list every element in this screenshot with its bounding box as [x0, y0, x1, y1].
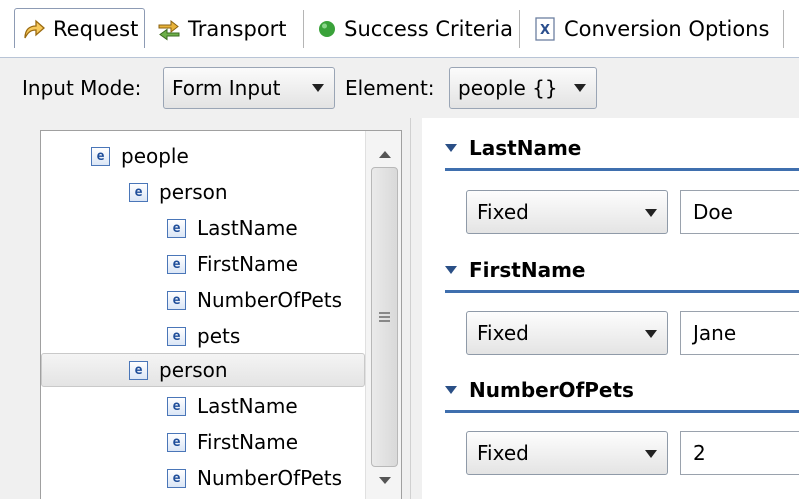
scroll-up-arrow-icon[interactable]: [379, 151, 391, 158]
element-label: Element:: [345, 76, 435, 100]
element-icon: e: [167, 218, 186, 238]
tree-scrollbar[interactable]: [365, 131, 401, 499]
tree-item-label: LastName: [197, 216, 298, 240]
mode-value: Fixed: [477, 200, 529, 224]
request-arrow-icon: [21, 16, 47, 42]
firstname-value-input[interactable]: Jane: [680, 311, 799, 355]
lastname-mode-dropdown[interactable]: Fixed: [466, 190, 668, 234]
element-dropdown[interactable]: people {}: [449, 67, 597, 109]
panel-sash[interactable]: [410, 118, 422, 499]
firstname-mode-dropdown[interactable]: Fixed: [466, 311, 668, 355]
element-icon: e: [129, 360, 148, 380]
collapse-triangle-icon: [445, 144, 457, 152]
tree-item-person[interactable]: e person: [41, 175, 365, 209]
chevron-down-icon: [645, 330, 657, 338]
section-title: LastName: [469, 136, 582, 160]
lastname-value-input[interactable]: Doe: [680, 190, 799, 234]
numberofpets-mode-dropdown[interactable]: Fixed: [466, 431, 668, 475]
tree-item-numberofpets[interactable]: e NumberOfPets: [41, 461, 365, 495]
chevron-down-icon: [574, 84, 586, 92]
svg-text:X: X: [540, 23, 550, 38]
tab-success-criteria-label: Success Criteria: [344, 17, 513, 41]
chevron-down-icon: [312, 84, 324, 92]
tree-item-numberofpets[interactable]: e NumberOfPets: [41, 283, 365, 317]
tree-item-label: person: [159, 180, 228, 204]
tab-transport-label: Transport: [188, 17, 287, 41]
tab-success-criteria[interactable]: Success Criteria: [310, 10, 520, 48]
tree-item-label: FirstName: [197, 430, 299, 454]
tree-item-label: person: [159, 358, 228, 382]
input-mode-value: Form Input: [172, 76, 281, 100]
tree-item-label: pets: [197, 324, 241, 348]
section-title: FirstName: [469, 258, 586, 282]
section-divider: [445, 168, 799, 171]
scrollbar-thumb[interactable]: [371, 167, 398, 467]
tab-request-label: Request: [53, 16, 139, 41]
field-value: Doe: [693, 200, 733, 224]
tree-item-label: NumberOfPets: [197, 466, 343, 490]
element-value: people {}: [458, 76, 558, 100]
chevron-down-icon: [645, 450, 657, 458]
element-tree: e people e person e LastName e FirstName…: [40, 130, 402, 499]
section-divider: [445, 290, 799, 293]
tab-transport[interactable]: Transport: [150, 10, 304, 48]
input-mode-label: Input Mode:: [22, 76, 142, 100]
section-header-numberofpets[interactable]: NumberOfPets: [445, 376, 799, 404]
xml-file-icon: X: [532, 16, 558, 42]
tree-item-label: NumberOfPets: [197, 288, 343, 312]
section-title: NumberOfPets: [469, 378, 634, 402]
tree-item-people[interactable]: e people: [41, 139, 365, 173]
collapse-triangle-icon: [445, 386, 457, 394]
transport-arrows-icon: [156, 16, 182, 42]
tree-item-pets[interactable]: e pets: [41, 319, 365, 353]
field-value: Jane: [693, 321, 737, 345]
tree-item-lastname[interactable]: e LastName: [41, 211, 365, 245]
editor-tab-bar: Request Transport Success Criteria X Con…: [0, 0, 799, 58]
element-icon: e: [167, 254, 186, 274]
tree-item-lastname[interactable]: e LastName: [41, 389, 365, 423]
section-divider: [445, 410, 799, 413]
tree-item-label: people: [121, 144, 189, 168]
chevron-down-icon: [645, 209, 657, 217]
section-header-firstname[interactable]: FirstName: [445, 256, 799, 284]
tab-conversion-options[interactable]: X Conversion Options: [526, 10, 784, 48]
scroll-down-arrow-icon[interactable]: [379, 477, 391, 484]
collapse-triangle-icon: [445, 266, 457, 274]
tree-item-person-selected[interactable]: e person: [41, 353, 365, 387]
tree-item-firstname[interactable]: e FirstName: [41, 425, 365, 459]
element-icon: e: [167, 326, 186, 346]
section-header-lastname[interactable]: LastName: [445, 134, 799, 162]
mode-value: Fixed: [477, 441, 529, 465]
element-icon: e: [167, 290, 186, 310]
element-icon: e: [167, 396, 186, 416]
element-icon: e: [91, 146, 110, 166]
tab-conversion-options-label: Conversion Options: [564, 17, 770, 41]
grip-icon: [379, 312, 390, 322]
mode-value: Fixed: [477, 321, 529, 345]
element-icon: e: [129, 182, 148, 202]
tree-item-label: LastName: [197, 394, 298, 418]
field-value: 2: [693, 441, 706, 465]
tree-item-label: FirstName: [197, 252, 299, 276]
input-mode-dropdown[interactable]: Form Input: [163, 67, 335, 109]
numberofpets-value-input[interactable]: 2: [680, 431, 799, 475]
element-icon: e: [167, 468, 186, 488]
green-dot-icon: [316, 16, 338, 42]
tab-request[interactable]: Request: [14, 8, 146, 48]
tree-item-firstname[interactable]: e FirstName: [41, 247, 365, 281]
element-icon: e: [167, 432, 186, 452]
